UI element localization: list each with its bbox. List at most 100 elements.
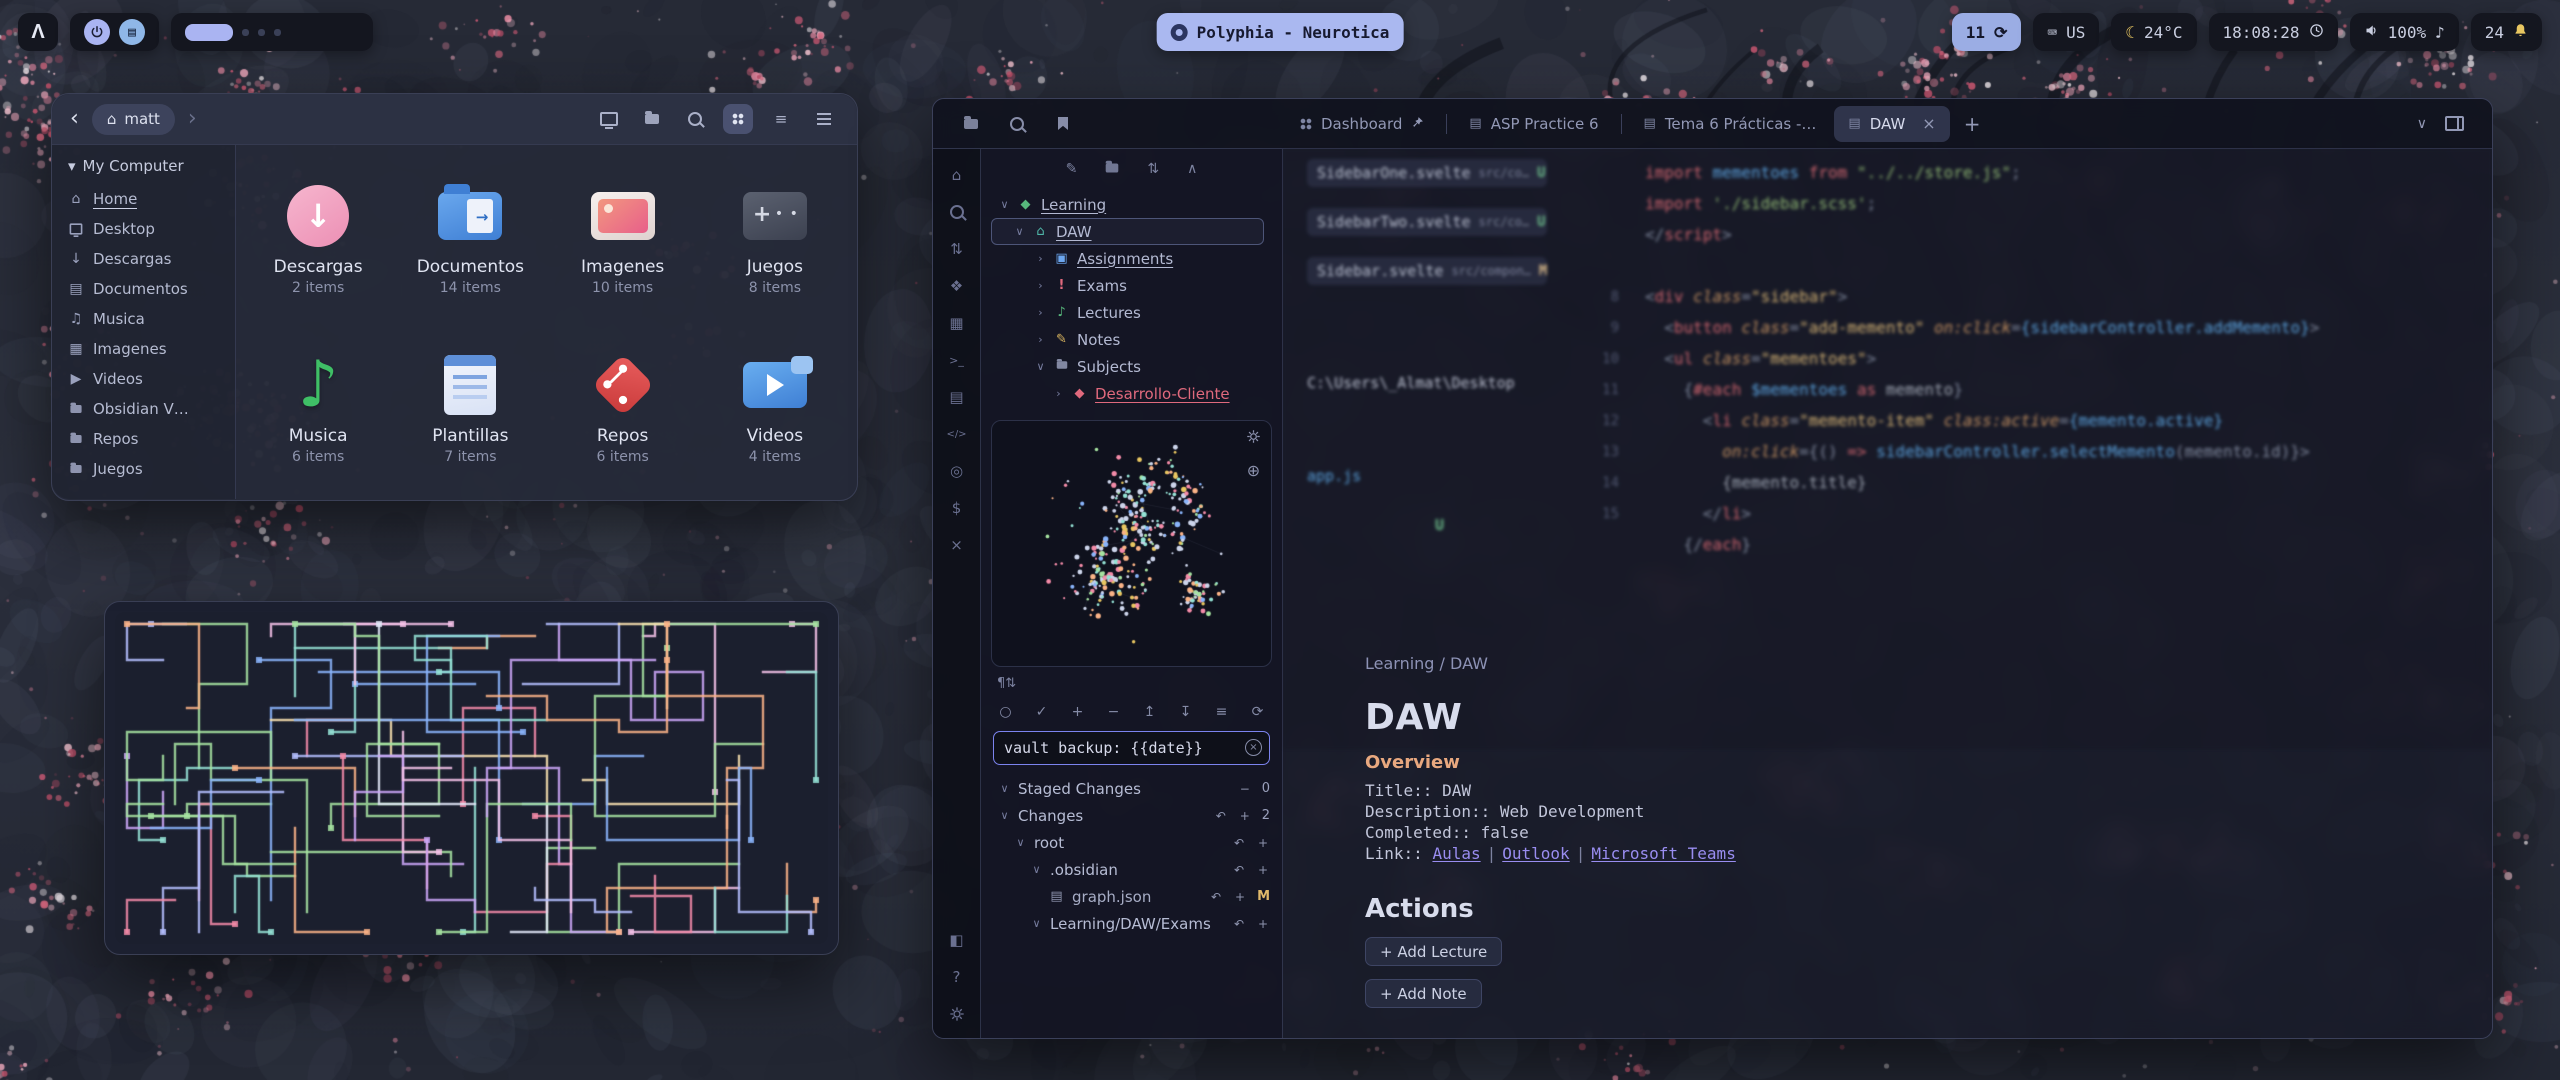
tab-daw[interactable]: ▤ DAW × [1834,106,1949,142]
chevron-right-icon[interactable]: › [1053,387,1064,400]
sidebar-item-desktop[interactable]: Desktop [68,214,227,244]
file-manager-headerbar[interactable]: ‹ ⌂ matt › ≡ [52,94,857,145]
git-unstage-all-icon[interactable]: − [1105,703,1123,721]
launcher-button[interactable]: Λ [18,13,58,51]
discard-icon[interactable]: ↶ [1232,863,1246,877]
screenshot-icon[interactable] [594,104,624,134]
git-list-icon[interactable]: ≡ [1213,703,1231,721]
home-icon[interactable]: ⌂ [947,165,967,185]
link-outlook[interactable]: Outlook [1502,844,1569,863]
back-icon[interactable]: ‹ [70,108,79,130]
folder-documentos[interactable]: → Documentos 14 items [394,153,546,322]
git-row-changes[interactable]: ∨ Changes ↶+2 [993,802,1270,829]
sidebar-item-musica[interactable]: ♫Musica [68,304,227,334]
tree-item-daw[interactable]: ∨ ⌂ DAW [991,218,1264,245]
tab-dashboard[interactable]: Dashboard [1286,106,1438,142]
git-row-root[interactable]: ∨ root ↶+ [993,829,1270,856]
chevron-right-icon[interactable]: › [1035,279,1046,292]
stage-icon[interactable]: + [1256,863,1270,877]
tree-item-desarrollo-cliente[interactable]: › ◆ Desarrollo-Cliente [991,380,1272,407]
notifications-widget[interactable]: 24 [2471,13,2542,51]
clear-input-icon[interactable]: × [1245,739,1262,756]
terminal-icon[interactable]: >_ [947,350,967,370]
folder-repos[interactable]: Repos 6 items [547,322,699,491]
book-icon[interactable]: ▤ [947,387,967,407]
files-tab-icon[interactable] [961,114,981,134]
keyboard-layout-widget[interactable]: ⌨ US [2033,13,2099,51]
tab-tema6[interactable]: ▤ Tema 6 Prácticas -… [1630,106,1831,142]
obsidian-titlebar[interactable]: Dashboard ▤ ASP Practice 6 ▤ Tema 6 Prác… [933,99,2492,149]
folder-juegos[interactable]: Juegos 8 items [699,153,851,322]
sidebar-item-repos[interactable]: Repos [68,424,227,454]
chevron-down-icon[interactable]: ∨ [1015,836,1026,849]
sidebar-item-imagenes[interactable]: ▦Imagenes [68,334,227,364]
chevron-down-icon[interactable]: ▾ [68,157,76,175]
stage-icon[interactable]: + [1256,917,1270,931]
chevron-down-icon[interactable]: ∨ [999,198,1010,211]
graph-settings-icon[interactable] [1246,429,1261,448]
media-widget[interactable]: Polyphia - Neurotica [1157,13,1404,51]
graph-focus-icon[interactable]: ⊕ [1247,461,1260,480]
chevron-down-icon[interactable]: ∨ [1031,917,1042,930]
menu-icon[interactable] [809,104,839,134]
pane-switch-icon[interactable]: ¶⇅ [997,676,1282,691]
new-folder-icon[interactable] [637,104,667,134]
tab-asp-practice[interactable]: ▤ ASP Practice 6 [1455,106,1612,142]
discard-icon[interactable]: ↶ [1214,809,1228,823]
search-tab-icon[interactable] [1007,114,1027,134]
folder-imagenes[interactable]: Imagenes 10 items [547,153,699,322]
volume-widget[interactable]: 100% ♪ [2350,13,2459,51]
chevron-right-icon[interactable]: › [1035,252,1046,265]
breadcrumb[interactable]: Learning / DAW [1365,654,2165,673]
link-aulas[interactable]: Aulas [1432,844,1480,863]
git-push-icon[interactable]: ↥ [1141,703,1159,721]
editor-pane[interactable]: SidebarOne.svelte src/co… U SidebarTwo.s… [1283,149,2492,1038]
weather-widget[interactable]: ☾ 24°C [2111,13,2196,51]
workspace-active-indicator[interactable] [185,24,233,41]
updates-widget[interactable]: 11 ⟳ [1952,13,2022,51]
git-commit-icon[interactable]: ○ [997,703,1015,721]
coin-icon[interactable]: $ [947,498,967,518]
tree-item-learning[interactable]: ∨ ◆ Learning [991,191,1272,218]
tree-item-assignments[interactable]: › ▣ Assignments [991,245,1272,272]
chevron-down-icon[interactable]: ∨ [1031,863,1042,876]
git-stage-all-icon[interactable]: + [1069,703,1087,721]
cancel-icon[interactable]: × [947,535,967,555]
git-row-graph-json[interactable]: ▤ graph.json ↶+M [993,883,1270,910]
chevron-down-icon[interactable]: ∨ [1035,360,1046,373]
chevron-right-icon[interactable]: › [1035,306,1046,319]
sidebar-item-juegos[interactable]: Juegos [68,454,227,484]
grid-view-icon[interactable] [723,104,753,134]
chevron-down-icon[interactable]: ∨ [999,809,1010,822]
vault-switcher-icon[interactable]: ◧ [947,930,967,950]
tree-item-notes[interactable]: › ✎ Notes [991,326,1272,353]
folder-musica[interactable]: ♪ Musica 6 items [242,322,394,491]
graph-view-canvas[interactable] [992,421,1272,664]
unstage-icon[interactable]: − [1238,782,1252,796]
folder-plantillas[interactable]: Plantillas 7 items [394,322,546,491]
bookmarks-tab-icon[interactable] [1053,114,1073,134]
git-check-icon[interactable]: ✓ [1033,703,1051,721]
stage-icon[interactable]: + [1233,890,1247,904]
location-pill[interactable]: ⌂ matt [92,104,175,135]
chevron-right-icon[interactable]: › [1035,333,1046,346]
power-icon[interactable] [84,19,110,45]
new-folder-icon[interactable] [1105,161,1119,177]
sidebar-item-videos[interactable]: ▶Videos [68,364,227,394]
calendar-icon[interactable]: ▦ [947,313,967,333]
search-icon[interactable] [947,202,967,222]
notes-icon[interactable]: ▤ [119,19,145,45]
discard-icon[interactable]: ↶ [1232,836,1246,850]
graph-icon[interactable]: ❖ [947,276,967,296]
chevron-down-icon[interactable]: ∨ [2417,116,2427,132]
camera-icon[interactable]: ◎ [947,461,967,481]
workspace-dot[interactable] [274,29,281,36]
tree-item-subjects[interactable]: ∨ Subjects [991,353,1272,380]
chevron-down-icon[interactable]: ∨ [1014,225,1025,238]
switcher-icon[interactable]: ⇅ [947,239,967,259]
discard-icon[interactable]: ↶ [1232,917,1246,931]
folder-videos[interactable]: Videos 4 items [699,322,851,491]
tree-item-exams[interactable]: › ! Exams [991,272,1272,299]
folder-descargas[interactable]: ↓ Descargas 2 items [242,153,394,322]
forward-icon[interactable]: › [188,108,197,130]
